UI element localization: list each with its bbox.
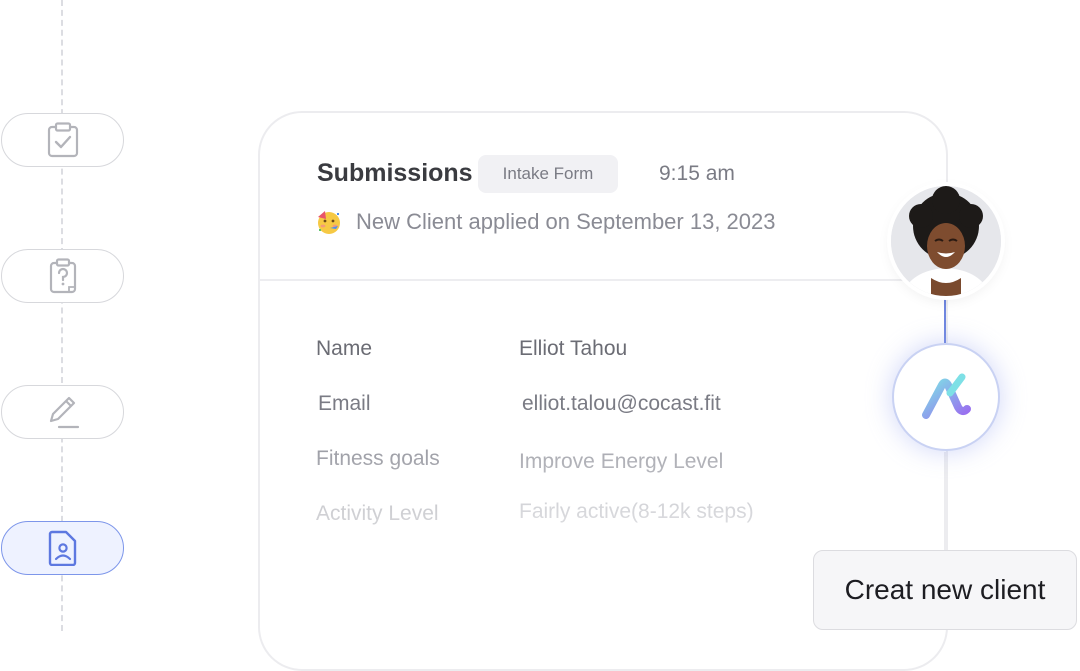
field-label-activity-level: Activity Level [316, 502, 439, 525]
field-label-name: Name [316, 337, 373, 360]
logo-cta-connector [944, 452, 946, 550]
create-new-client-button[interactable]: Creat new client [813, 550, 1077, 630]
step-signature[interactable] [1, 385, 124, 439]
card-divider [260, 279, 946, 281]
avatar-logo-connector [944, 295, 946, 343]
user-document-icon [48, 530, 76, 566]
card-title: Submissions [317, 159, 473, 187]
field-label-email: Email [318, 392, 371, 415]
pen-icon [49, 396, 79, 429]
field-value-fitness-goals: Improve Energy Level [519, 450, 724, 473]
form-type-badge: Intake Form [478, 155, 618, 193]
person-portrait-icon [891, 186, 1001, 296]
clipboard-check-icon [47, 122, 78, 158]
submission-time: 9:15 am [659, 162, 735, 185]
brand-logo-badge [892, 343, 1000, 451]
field-value-name: Elliot Tahou [519, 337, 628, 360]
step-checklist[interactable] [1, 113, 124, 167]
field-value-activity-level: Fairly active(8-12k steps) [519, 500, 754, 523]
field-value-email: elliot.talou@cocast.fit [522, 392, 721, 415]
brand-logo-icon [922, 373, 971, 419]
submission-subtitle: New Client applied on September 13, 2023 [356, 209, 776, 234]
clipboard-question-icon [49, 258, 76, 294]
submission-summary: New Client applied on September 13, 2023 [316, 209, 776, 235]
client-avatar[interactable] [891, 186, 1001, 296]
step-client-profile[interactable] [1, 521, 124, 575]
field-label-fitness-goals: Fitness goals [316, 447, 440, 470]
party-face-emoji-icon [318, 211, 340, 234]
step-questionnaire[interactable] [1, 249, 124, 303]
